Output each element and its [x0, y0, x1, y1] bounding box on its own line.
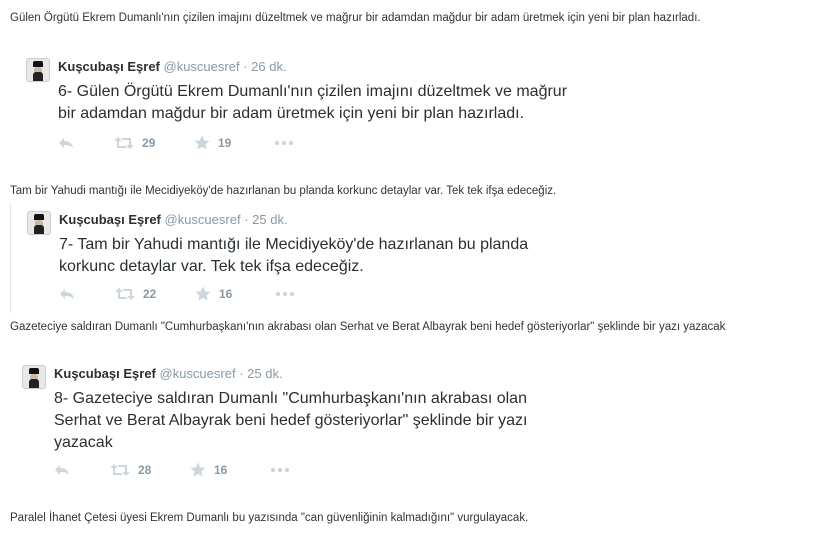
caption-3: Gazeteciye saldıran Dumanlı "Cumhurbaşka… [10, 321, 726, 333]
more-icon [274, 140, 294, 146]
more-icon [270, 467, 290, 473]
author-handle[interactable]: @kuscuesref [160, 366, 236, 381]
tweet-header: Kuşcubaşı Eşref @kuscuesref · 26 dk. [58, 59, 287, 74]
tweet-text-line: bir adamdan mağdur bir adam üretmek için… [58, 105, 525, 122]
tweet-header: Kuşcubaşı Eşref @kuscuesref · 25 dk. [54, 366, 283, 381]
more-button[interactable] [274, 134, 294, 152]
tweet-text: 6- Gülen Örgütü Ekrem Dumanlı'nın çizile… [58, 81, 598, 125]
tweet-card[interactable]: Kuşcubaşı Eşref @kuscuesref · 25 dk. 7- … [10, 203, 611, 313]
tweet-card[interactable]: Kuşcubaşı Eşref @kuscuesref · 25 dk. 8- … [22, 365, 622, 485]
retweet-icon [114, 137, 134, 149]
retweet-icon [115, 288, 135, 300]
tweet-card[interactable]: Kuşcubaşı Eşref @kuscuesref · 26 dk. 6- … [26, 58, 626, 158]
caption-1: Gülen Örgütü Ekrem Dumanlı'nın çizilen i… [10, 12, 701, 24]
reply-button[interactable] [59, 285, 75, 303]
reply-icon [59, 138, 73, 148]
star-icon [194, 135, 210, 150]
favorite-button[interactable]: 16 [190, 461, 227, 479]
retweet-count: 29 [142, 136, 156, 150]
caption-4: Paralel İhanet Çetesi üyesi Ekrem Dumanl… [10, 512, 529, 524]
avatar[interactable] [22, 365, 46, 389]
favorite-button[interactable]: 19 [194, 134, 231, 152]
tweet-time[interactable]: 25 dk. [247, 366, 282, 381]
author-name[interactable]: Kuşcubaşı Eşref [54, 366, 156, 381]
avatar[interactable] [27, 211, 51, 235]
reply-icon [55, 465, 69, 475]
retweet-button[interactable]: 22 [115, 285, 156, 303]
tweet-text-line: Serhat ve Berat Albayrak beni hedef göst… [54, 412, 528, 429]
star-icon [190, 462, 206, 477]
retweet-button[interactable]: 28 [110, 461, 151, 479]
star-icon [195, 286, 211, 301]
tweet-text-line: 8- Gazeteciye saldıran Dumanlı "Cumhurba… [54, 390, 527, 407]
tweet-text: 7- Tam bir Yahudi mantığı ile Mecidiyekö… [59, 234, 599, 278]
tweet-time[interactable]: 25 dk. [252, 212, 287, 227]
favorite-count: 16 [214, 463, 228, 477]
retweet-count: 28 [138, 463, 152, 477]
tweet-text-line: korkunc detaylar var. Tek tek ifşa edece… [59, 258, 364, 275]
author-handle[interactable]: @kuscuesref [164, 59, 240, 74]
author-handle[interactable]: @kuscuesref [165, 212, 241, 227]
tweet-header: Kuşcubaşı Eşref @kuscuesref · 25 dk. [59, 212, 288, 227]
retweet-count: 22 [143, 287, 157, 301]
tweet-text: 8- Gazeteciye saldıran Dumanlı "Cumhurba… [54, 388, 594, 454]
separator-dot: · [244, 212, 249, 227]
reply-icon [60, 289, 74, 299]
reply-button[interactable] [58, 134, 74, 152]
retweet-icon [110, 464, 130, 476]
caption-2: Tam bir Yahudi mantığı ile Mecidiyeköy'd… [10, 185, 557, 197]
more-icon [275, 291, 295, 297]
favorite-count: 19 [218, 136, 232, 150]
author-name[interactable]: Kuşcubaşı Eşref [59, 212, 161, 227]
tweet-text-line: yazacak [54, 434, 113, 451]
more-button[interactable] [270, 461, 290, 479]
more-button[interactable] [275, 285, 295, 303]
separator-dot: · [239, 366, 244, 381]
tweet-text-line: 6- Gülen Örgütü Ekrem Dumanlı'nın çizile… [58, 83, 568, 100]
retweet-button[interactable]: 29 [114, 134, 155, 152]
separator-dot: · [243, 59, 248, 74]
author-name[interactable]: Kuşcubaşı Eşref [58, 59, 160, 74]
avatar[interactable] [26, 58, 50, 82]
tweet-text-line: 7- Tam bir Yahudi mantığı ile Mecidiyekö… [59, 236, 529, 253]
tweet-time[interactable]: 26 dk. [251, 59, 286, 74]
reply-button[interactable] [54, 461, 70, 479]
favorite-button[interactable]: 16 [195, 285, 232, 303]
favorite-count: 16 [219, 287, 233, 301]
